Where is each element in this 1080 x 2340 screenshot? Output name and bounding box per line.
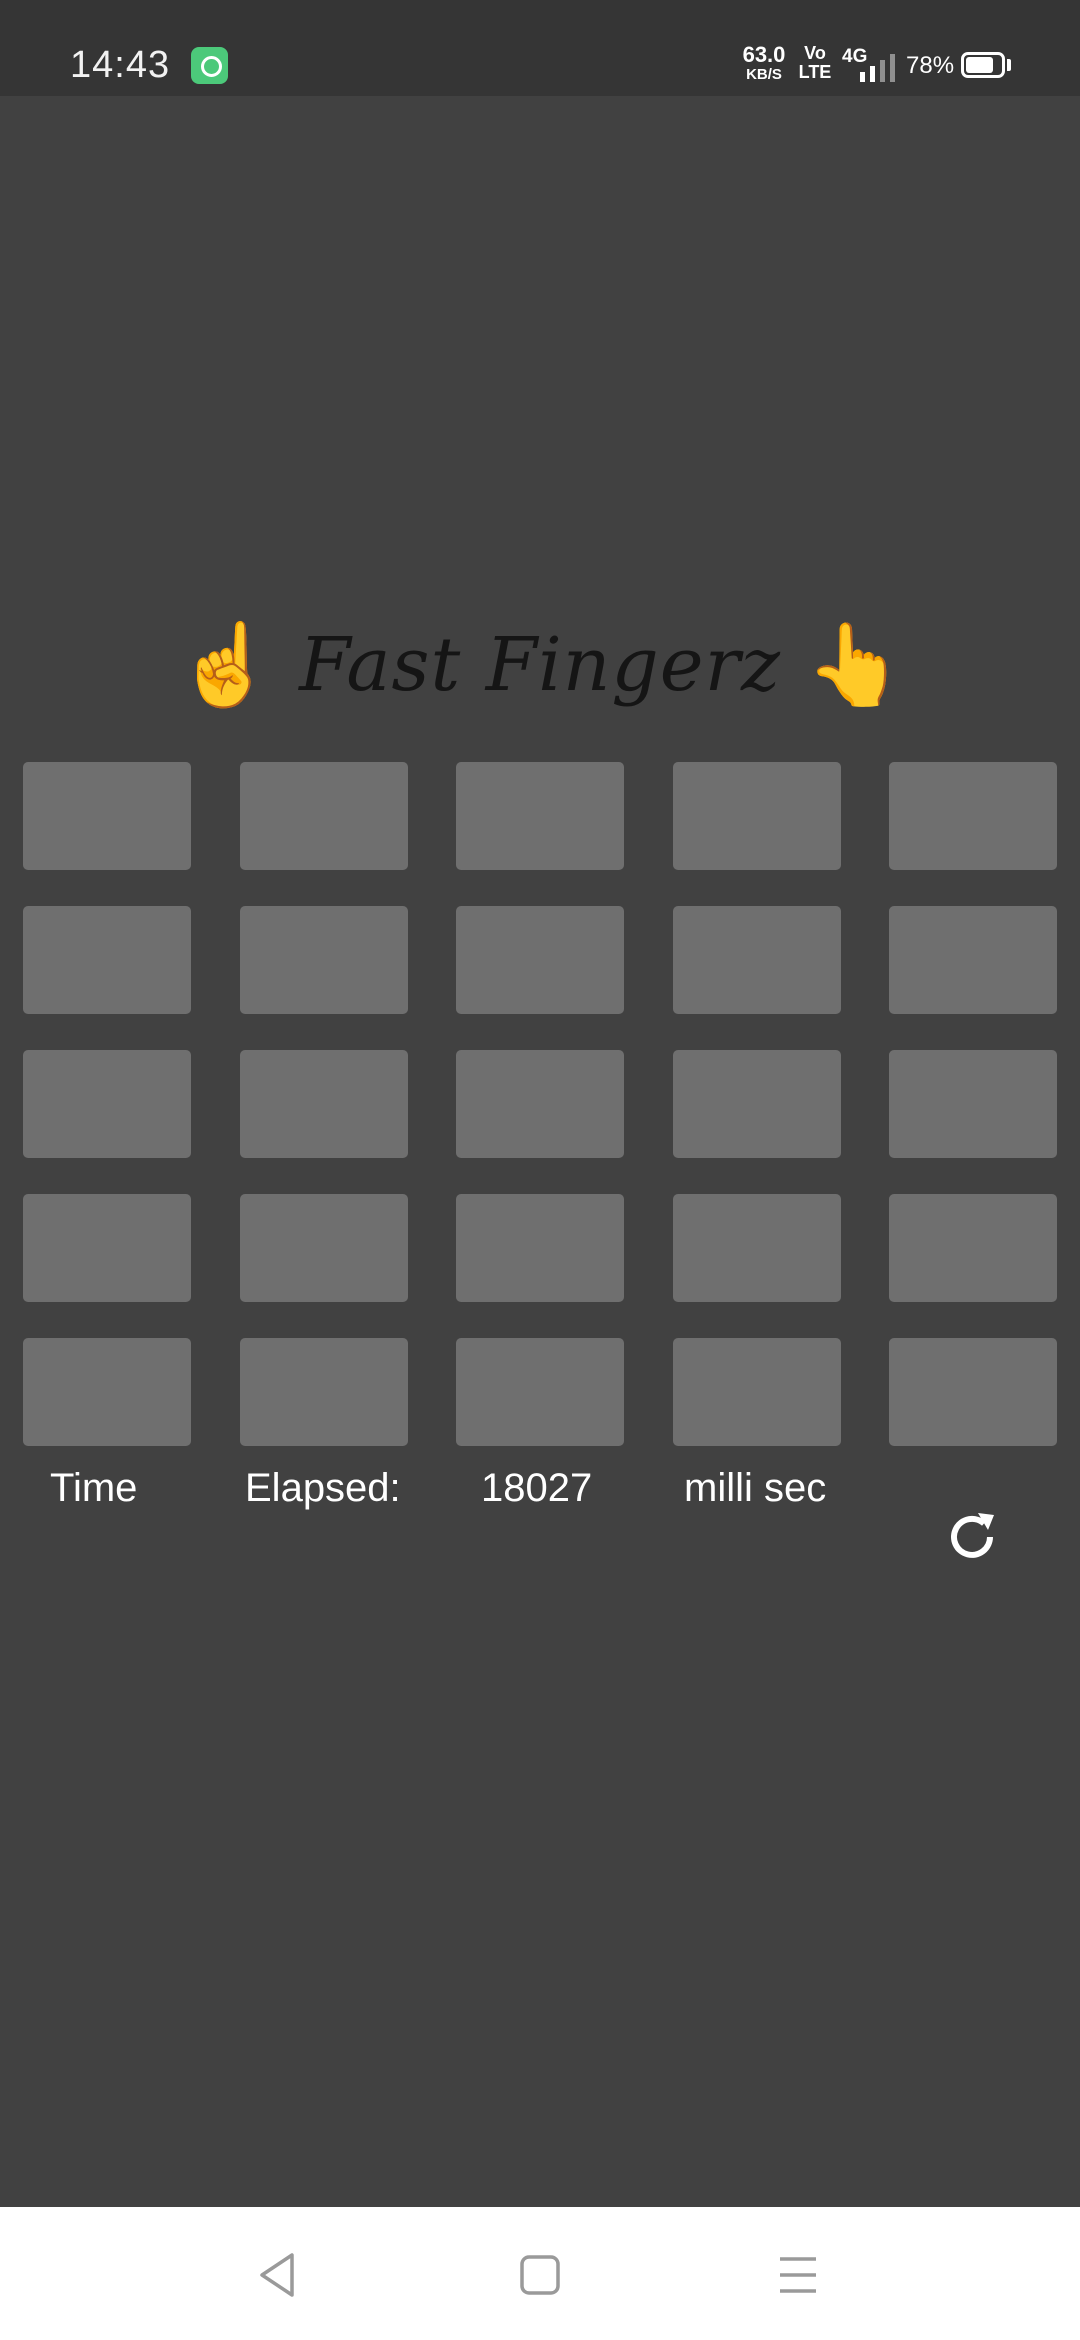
status-bar: 14:43 63.0 KB/S Vo LTE 4G 78%: [0, 0, 1080, 96]
grid-tile[interactable]: [239, 1338, 408, 1446]
grid-tile[interactable]: [239, 762, 408, 870]
back-triangle-icon: [260, 2253, 294, 2297]
grid-tile[interactable]: [889, 1194, 1057, 1302]
battery-level-fill: [966, 57, 993, 73]
pointing-up-emoji-icon: ☝️: [175, 620, 276, 709]
title-text: Fast Fingerz: [299, 622, 781, 708]
grid-tile[interactable]: [889, 1050, 1057, 1158]
grid-tile[interactable]: [23, 1050, 191, 1158]
battery-icon: [961, 52, 1005, 78]
grid-tile[interactable]: [23, 1338, 191, 1446]
battery-percent: 78%: [906, 52, 955, 79]
pointing-down-emoji-icon: 👆: [804, 620, 905, 709]
grid-tile[interactable]: [889, 906, 1057, 1014]
grid-tile[interactable]: [23, 906, 191, 1014]
elapsed-value: 18027: [481, 1466, 593, 1510]
battery-tip: [1007, 59, 1011, 71]
grid-tile[interactable]: [456, 762, 624, 870]
grid-tile[interactable]: [672, 762, 841, 870]
system-nav-bar: [0, 2207, 1080, 2340]
menu-lines-icon: [780, 2257, 816, 2293]
time-label: Time: [50, 1466, 138, 1510]
net-speed-unit: KB/S: [746, 66, 782, 83]
nav-recents-button[interactable]: [766, 2243, 830, 2307]
grid-tile[interactable]: [672, 1050, 841, 1158]
net-speed-indicator: 63.0 KB/S: [736, 42, 792, 84]
volte-line1: Vo: [804, 43, 826, 63]
grid-tile[interactable]: [239, 1050, 408, 1158]
grid-tile[interactable]: [672, 1338, 841, 1446]
grid-tile[interactable]: [889, 762, 1057, 870]
net-speed-value: 63.0: [742, 42, 786, 67]
restart-button[interactable]: [940, 1505, 1004, 1569]
grid-tile[interactable]: [23, 1194, 191, 1302]
grid-tile[interactable]: [889, 1338, 1057, 1446]
grid-tile[interactable]: [456, 1338, 624, 1446]
grid-tile[interactable]: [456, 1050, 624, 1158]
grid-tile[interactable]: [239, 906, 408, 1014]
grid-tile[interactable]: [23, 762, 191, 870]
grid-tile[interactable]: [456, 906, 624, 1014]
game-screen: 14:43 63.0 KB/S Vo LTE 4G 78% ☝️ Fast Fin…: [0, 0, 1080, 2340]
grid-tile[interactable]: [239, 1194, 408, 1302]
time-unit-label: milli sec: [684, 1466, 827, 1510]
grid-tile[interactable]: [456, 1194, 624, 1302]
grid-tile[interactable]: [672, 906, 841, 1014]
elapsed-label: Elapsed:: [245, 1466, 401, 1510]
elapsed-time-display: Time Elapsed: 18027 milli sec: [0, 1460, 1080, 1520]
volte-line2: LTE: [798, 62, 832, 82]
home-square-icon: [520, 2255, 560, 2295]
tile-grid: [23, 762, 1057, 1446]
status-clock: 14:43: [70, 44, 171, 86]
nav-home-button[interactable]: [508, 2243, 572, 2307]
volte-icon: Vo LTE: [797, 44, 833, 82]
nav-back-button[interactable]: [248, 2243, 312, 2307]
app-notification-icon: [191, 47, 228, 84]
game-title: ☝️ Fast Fingerz 👆: [0, 600, 1080, 750]
refresh-icon: [951, 1513, 994, 1558]
grid-tile[interactable]: [672, 1194, 841, 1302]
signal-strength-icon: [860, 52, 900, 82]
